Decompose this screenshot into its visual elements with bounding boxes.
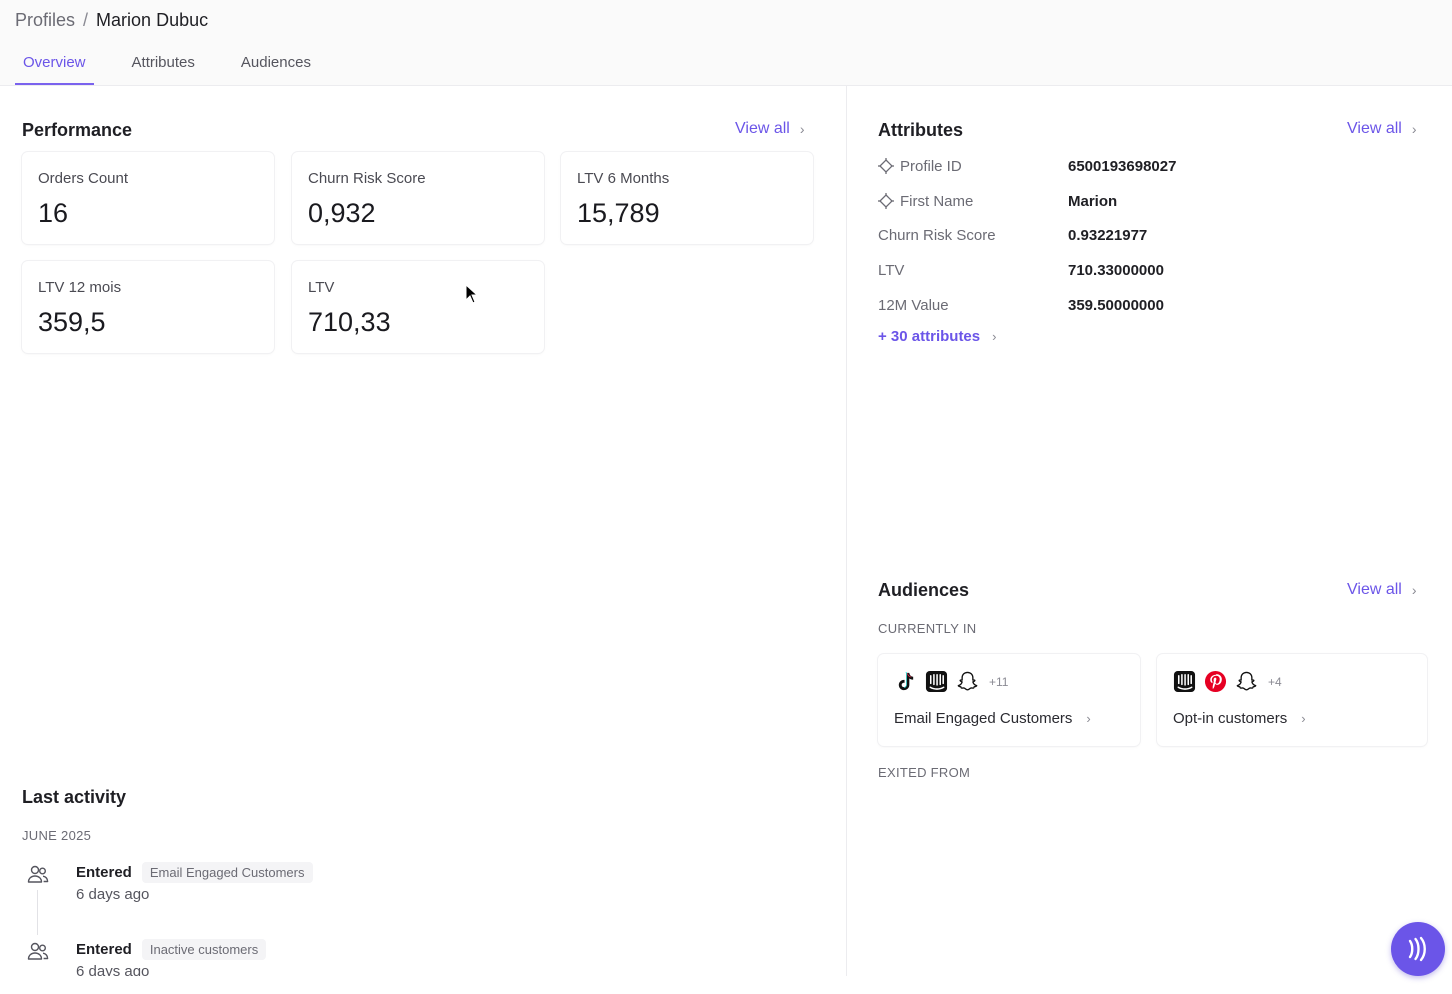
metric-card-ltv-6-months[interactable]: LTV 6 Months 15,789 <box>561 152 813 244</box>
attribute-row-churn-risk-score: Churn Risk Score 0.93221977 <box>878 223 1438 247</box>
breadcrumb-separator: / <box>83 10 89 30</box>
attribute-row-profile-id: Profile ID 6500193698027 <box>878 154 1438 178</box>
destination-icons: +4 <box>1173 670 1282 693</box>
destination-icons: +11 <box>894 670 1008 693</box>
attributes-view-all-link[interactable]: View all › <box>1347 120 1417 138</box>
audience-name-link[interactable]: Email Engaged Customers › <box>894 710 1091 727</box>
attributes-title: Attributes <box>878 120 963 140</box>
snapchat-icon <box>1236 671 1257 691</box>
last-activity-title: Last activity <box>22 787 127 807</box>
assistant-launcher-button[interactable] <box>1391 922 1445 976</box>
attribute-row-12m-value: 12M Value 359.50000000 <box>878 293 1438 317</box>
activity-audience-tag[interactable]: Inactive customers <box>141 939 267 960</box>
attribute-key: Churn Risk Score <box>878 226 996 244</box>
currently-in-label: CURRENTLY IN <box>878 621 977 636</box>
tab-overview[interactable]: Overview <box>15 52 94 85</box>
page-header: Profiles / Marion Dubuc Overview Attribu… <box>0 0 1452 86</box>
activity-verb: Entered <box>76 941 132 958</box>
attribute-value: 0.93221977 <box>1068 226 1148 244</box>
intercom-icon <box>925 670 948 693</box>
activity-time: 6 days ago <box>76 886 150 903</box>
identifier-icon <box>878 158 894 174</box>
attribute-row-first-name: First Name Marion <box>878 189 1438 213</box>
tiktok-icon <box>898 672 914 691</box>
tab-attributes[interactable]: Attributes <box>124 52 203 85</box>
view-all-label: View all <box>735 120 790 137</box>
breadcrumb: Profiles / Marion Dubuc <box>15 10 208 31</box>
metric-card-ltv-12-mois[interactable]: LTV 12 mois 359,5 <box>22 261 274 353</box>
audiences-title: Audiences <box>878 580 970 600</box>
attribute-value: Marion <box>1068 192 1118 210</box>
breadcrumb-profiles-link[interactable]: Profiles <box>15 10 75 31</box>
audience-name-link[interactable]: Opt-in customers › <box>1173 710 1306 727</box>
more-attributes-label: + 30 attributes <box>878 328 981 345</box>
sound-waves-icon <box>1408 936 1426 962</box>
chevron-right-icon: › <box>1301 711 1306 726</box>
more-attributes-link[interactable]: + 30 attributes › <box>878 328 996 345</box>
column-divider <box>846 86 847 976</box>
more-destinations-count: +11 <box>989 674 1009 689</box>
audiences-view-all-link[interactable]: View all › <box>1347 581 1417 599</box>
performance-title: Performance <box>22 120 133 140</box>
metric-label: Churn Risk Score <box>308 170 426 187</box>
identifier-icon <box>878 193 894 209</box>
activity-month-label: JUNE 2025 <box>22 828 92 843</box>
snapchat-icon <box>957 671 978 691</box>
metric-label: Orders Count <box>38 170 129 187</box>
audience-card-opt-in-customers[interactable]: +4 Opt-in customers › <box>1157 654 1427 746</box>
metric-label: LTV 12 mois <box>38 279 122 296</box>
tab-audiences[interactable]: Audiences <box>233 52 319 85</box>
users-icon <box>27 865 49 883</box>
users-icon <box>27 942 49 960</box>
metric-value: 0,932 <box>308 198 376 228</box>
metric-value: 359,5 <box>38 307 106 337</box>
metric-value: 16 <box>38 198 69 228</box>
attribute-key: First Name <box>900 192 974 210</box>
chevron-right-icon: › <box>1411 121 1417 137</box>
pinterest-icon <box>1204 670 1227 693</box>
metric-card-ltv[interactable]: LTV 710,33 <box>292 261 544 353</box>
chevron-right-icon: › <box>1411 582 1417 598</box>
attribute-value: 710.33000000 <box>1068 261 1164 279</box>
mouse-cursor-icon <box>465 284 479 304</box>
more-destinations-count: +4 <box>1268 674 1282 689</box>
chevron-right-icon: › <box>799 121 805 137</box>
attribute-row-ltv: LTV 710.33000000 <box>878 258 1438 282</box>
metric-label: LTV 6 Months <box>577 170 670 187</box>
metric-card-churn-risk-score[interactable]: Churn Risk Score 0,932 <box>292 152 544 244</box>
view-all-label: View all <box>1347 581 1402 598</box>
audience-name: Email Engaged Customers <box>894 710 1073 727</box>
timeline-connector <box>37 890 38 935</box>
attribute-key: 12M Value <box>878 296 949 314</box>
activity-audience-tag[interactable]: Email Engaged Customers <box>141 862 313 883</box>
attribute-value: 359.50000000 <box>1068 296 1164 314</box>
exited-from-label: EXITED FROM <box>878 765 971 780</box>
chevron-right-icon: › <box>992 329 997 344</box>
audience-name: Opt-in customers <box>1173 710 1288 727</box>
attribute-value: 6500193698027 <box>1068 157 1177 175</box>
metric-label: LTV <box>308 279 335 296</box>
metric-value: 15,789 <box>577 198 660 228</box>
activity-verb: Entered <box>76 864 132 881</box>
metric-value: 710,33 <box>308 307 391 337</box>
chevron-right-icon: › <box>1086 711 1091 726</box>
activity-time: 6 days ago <box>76 963 150 976</box>
metric-card-orders-count[interactable]: Orders Count 16 <box>22 152 274 244</box>
attribute-key: Profile ID <box>900 157 962 175</box>
activity-item: Entered Inactive customers 6 days ago <box>22 939 422 976</box>
intercom-icon <box>1173 670 1196 693</box>
attribute-key: LTV <box>878 261 905 279</box>
view-all-label: View all <box>1347 120 1402 137</box>
audience-card-email-engaged-customers[interactable]: +11 Email Engaged Customers › <box>878 654 1140 746</box>
performance-view-all-link[interactable]: View all › <box>735 120 805 138</box>
breadcrumb-current: Marion Dubuc <box>96 10 209 30</box>
profile-tabs: Overview Attributes Audiences <box>15 52 349 85</box>
